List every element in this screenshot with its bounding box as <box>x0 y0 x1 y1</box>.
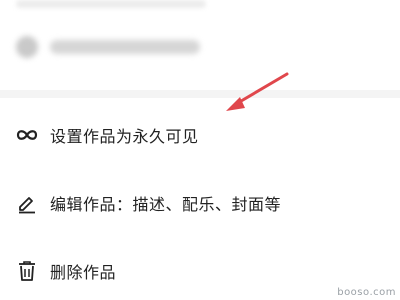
blurred-content-line <box>16 0 206 8</box>
trash-icon <box>16 260 38 282</box>
action-sheet-screen: 设置作品为永久可见 编辑作品：描述、配乐、封面等 删除作品 booso.com <box>0 0 400 300</box>
blurred-post-preview <box>0 0 400 90</box>
menu-item-label: 删除作品 <box>50 263 117 282</box>
blurred-caption <box>50 40 200 54</box>
infinity-icon <box>16 124 38 146</box>
menu-item-label: 设置作品为永久可见 <box>50 127 199 146</box>
watermark-text: booso.com <box>337 287 396 298</box>
edit-pen-icon <box>16 192 38 214</box>
menu-item-set-permanent-visible[interactable]: 设置作品为永久可见 <box>0 115 400 155</box>
blurred-avatar <box>16 36 38 58</box>
section-divider <box>0 90 400 98</box>
menu-item-edit-work[interactable]: 编辑作品：描述、配乐、封面等 <box>0 183 400 223</box>
menu-item-delete-work[interactable]: 删除作品 <box>0 251 400 291</box>
menu-item-label: 编辑作品：描述、配乐、封面等 <box>50 195 282 214</box>
